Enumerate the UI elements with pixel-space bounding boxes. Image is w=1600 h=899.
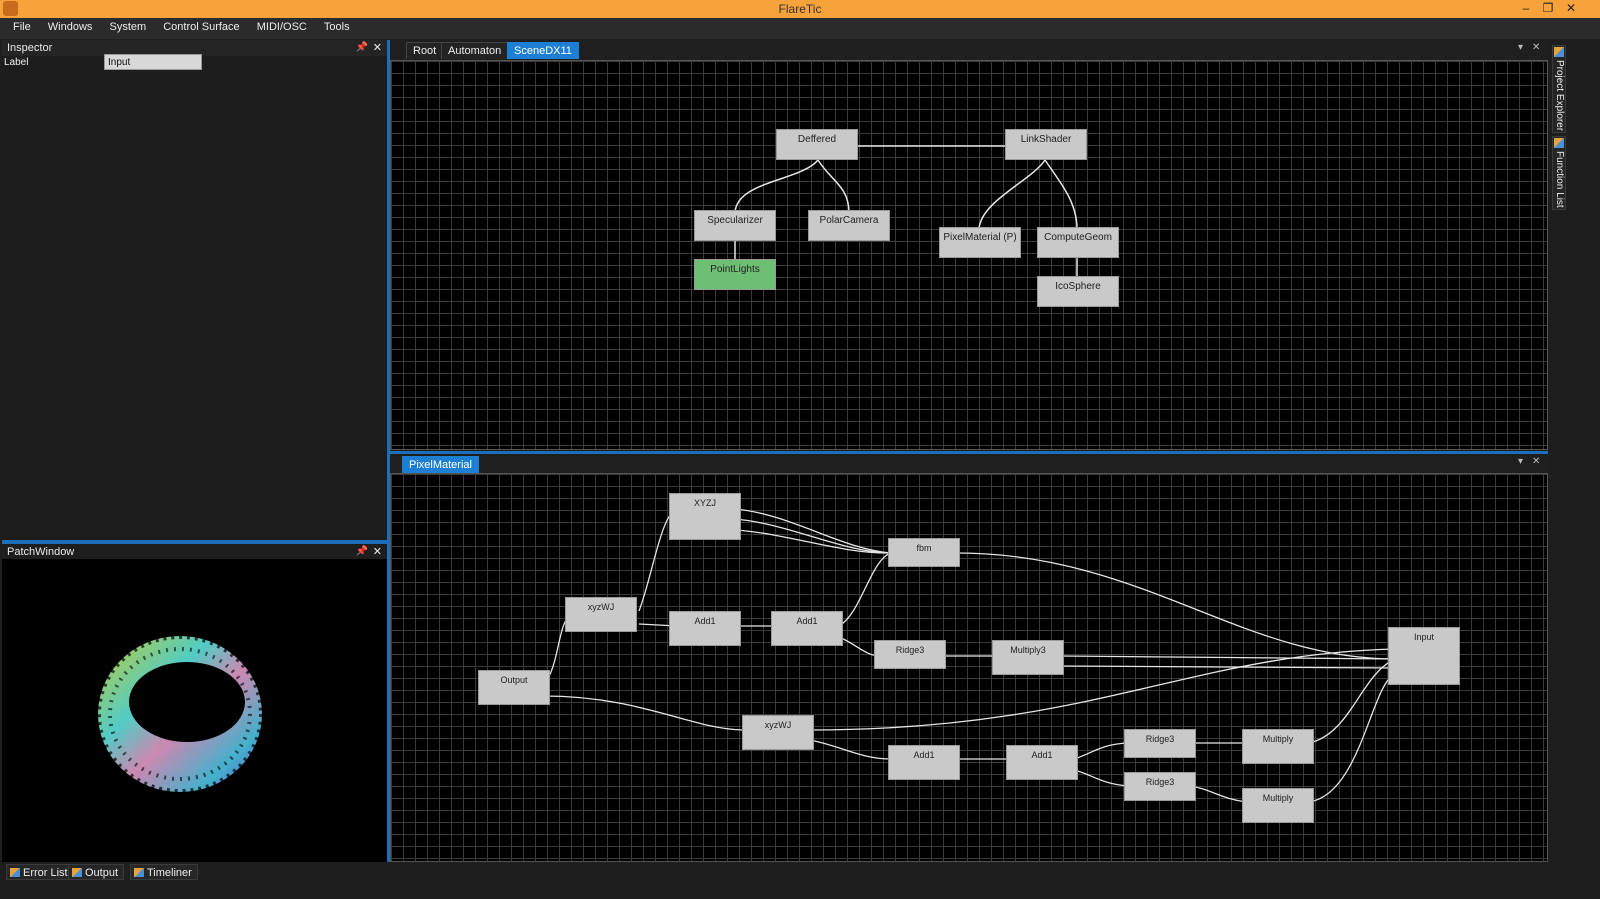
menu-control-surface[interactable]: Control Surface <box>156 18 246 39</box>
render-preview[interactable] <box>2 559 387 862</box>
node-ridge3[interactable]: Ridge3 <box>1124 772 1196 801</box>
render-sphere-image <box>95 633 265 795</box>
node-linkshader[interactable]: LinkShader <box>1005 129 1087 160</box>
node-add1[interactable]: Add1 <box>888 745 960 780</box>
menu-system[interactable]: System <box>102 18 153 39</box>
panel-icon <box>10 868 20 877</box>
window-title: FlareTic <box>778 2 822 16</box>
dropdown-icon[interactable]: ▾ <box>1518 42 1523 53</box>
node-icosphere[interactable]: IcoSphere <box>1037 276 1119 307</box>
menu-file[interactable]: File <box>6 18 38 39</box>
patchwindow-title: PatchWindow <box>7 546 75 558</box>
inspector-title: Inspector <box>7 42 53 54</box>
scene-patch-canvas[interactable]: Deffered LinkShader Specularizer PolarCa… <box>390 60 1548 450</box>
node-multiply[interactable]: Multiply <box>1242 788 1314 823</box>
restore-icon[interactable]: ❐ <box>1537 0 1559 18</box>
close-icon[interactable]: ✕ <box>1532 456 1540 467</box>
node-polarcamera[interactable]: PolarCamera <box>808 210 890 241</box>
node-deffered[interactable]: Deffered <box>776 129 858 160</box>
title-bar: FlareTic ‒ ❐ ✕ <box>0 0 1600 18</box>
node-specularizer[interactable]: Specularizer <box>694 210 776 241</box>
node-pointlights[interactable]: PointLights <box>694 259 776 290</box>
node-add1[interactable]: Add1 <box>1006 745 1078 780</box>
menu-windows[interactable]: Windows <box>41 18 100 39</box>
pixel-tab-strip: PixelMaterial ▾ ✕ <box>390 454 1548 473</box>
node-ridge3[interactable]: Ridge3 <box>1124 729 1196 758</box>
panel-icon <box>72 868 82 877</box>
label-field[interactable]: Input <box>104 54 202 70</box>
menu-bar: File Windows System Control Surface MIDI… <box>0 18 1600 39</box>
node-output[interactable]: Output <box>478 670 550 705</box>
dropdown-icon[interactable]: ▾ <box>1518 456 1523 467</box>
node-input[interactable]: Input <box>1388 627 1460 685</box>
right-dock-bar: Project Explorer Function List <box>1550 40 1600 862</box>
node-add1[interactable]: Add1 <box>669 611 741 646</box>
close-icon[interactable]: ✕ <box>1560 0 1582 18</box>
tab-output[interactable]: Output <box>68 864 125 880</box>
node-ridge3[interactable]: Ridge3 <box>874 640 946 669</box>
tab-project-explorer[interactable]: Project Explorer <box>1552 45 1566 133</box>
panel-icon <box>1554 47 1564 57</box>
inspector-panel: Inspector 📌 ✕ Label Input <box>2 40 387 540</box>
pixel-patch-canvas[interactable]: XYZJ fbm xyzWJ Add1 Add1 Ridge3 Multiply… <box>390 473 1548 862</box>
panel-icon <box>1554 138 1564 148</box>
close-icon[interactable]: ✕ <box>373 40 382 56</box>
tab-label: Error List <box>23 867 68 879</box>
close-icon[interactable]: ✕ <box>1532 42 1540 53</box>
tab-label: Timeliner <box>147 867 192 879</box>
tab-function-list[interactable]: Function List <box>1552 136 1566 210</box>
tab-error-list[interactable]: Error List <box>6 864 74 880</box>
node-xyzwj[interactable]: xyzWJ <box>742 715 814 750</box>
minimize-icon[interactable]: ‒ <box>1515 0 1537 18</box>
node-computegeom[interactable]: ComputeGeom <box>1037 227 1119 258</box>
node-multiply3[interactable]: Multiply3 <box>992 640 1064 675</box>
bottom-tab-bar: Error List Output Timeliner <box>0 862 1600 899</box>
menu-midi-osc[interactable]: MIDI/OSC <box>250 18 314 39</box>
node-add1[interactable]: Add1 <box>771 611 843 646</box>
tab-automaton[interactable]: Automaton <box>441 42 509 59</box>
tab-scenedx11[interactable]: SceneDX11 <box>507 42 579 59</box>
panel-icon <box>134 868 144 877</box>
pin-icon[interactable]: 📌 <box>356 544 368 560</box>
node-multiply[interactable]: Multiply <box>1242 729 1314 764</box>
tab-label: Project Explorer <box>1554 60 1565 132</box>
tab-label: Output <box>85 867 119 879</box>
close-icon[interactable]: ✕ <box>373 544 382 560</box>
label-key: Label <box>4 57 29 68</box>
tab-root[interactable]: Root <box>406 42 444 59</box>
node-xyzwj[interactable]: xyzWJ <box>565 597 637 632</box>
tab-label: Function List <box>1554 151 1565 208</box>
patchwindow-header: PatchWindow 📌 ✕ <box>2 544 387 560</box>
tab-pixelmaterial[interactable]: PixelMaterial <box>402 456 479 473</box>
pixelmaterial-editor: PixelMaterial ▾ ✕ XYZJ fbm xyzWJ Add1 Ad… <box>390 454 1548 862</box>
scene-editor: Root Automaton SceneDX11 ▾ ✕ Deffered Li… <box>390 40 1548 451</box>
patchwindow-panel: PatchWindow 📌 ✕ <box>2 544 387 862</box>
tab-timeliner[interactable]: Timeliner <box>130 864 198 880</box>
node-fbm[interactable]: fbm <box>888 538 960 567</box>
scene-tab-strip: Root Automaton SceneDX11 ▾ ✕ <box>390 40 1548 59</box>
pin-icon[interactable]: 📌 <box>356 40 368 56</box>
node-pixelmaterial[interactable]: PixelMaterial (P) <box>939 227 1021 258</box>
node-xyzj[interactable]: XYZJ <box>669 493 741 540</box>
pixel-wires <box>542 508 1396 803</box>
menu-tools[interactable]: Tools <box>317 18 357 39</box>
